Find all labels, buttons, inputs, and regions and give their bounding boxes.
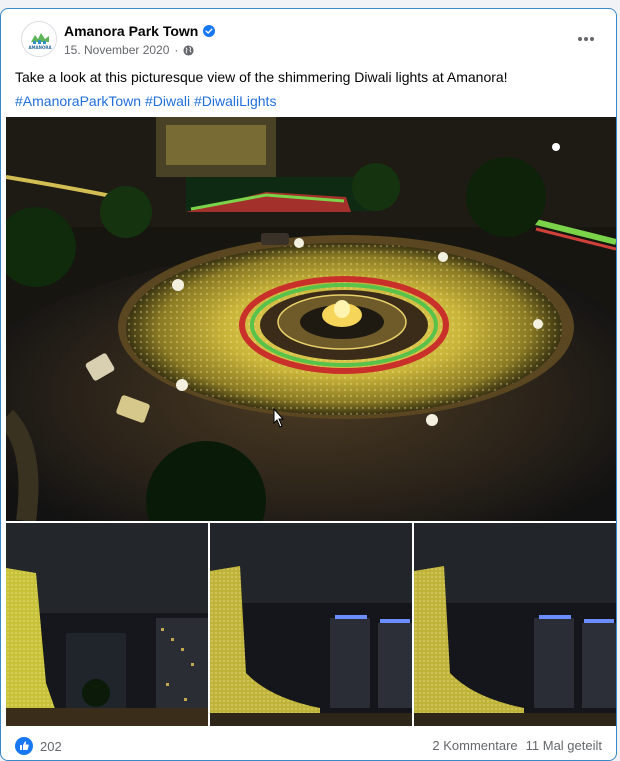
main-photo[interactable]	[6, 117, 616, 521]
page-name-link[interactable]: Amanora Park Town	[64, 23, 216, 39]
post-caption: Take a look at this picturesque view of …	[15, 69, 508, 85]
meta-separator: ·	[174, 43, 179, 57]
post-date[interactable]: 15. November 2020	[64, 43, 169, 57]
svg-text:AMANORA: AMANORA	[28, 45, 52, 50]
photo-thumbnail[interactable]	[210, 523, 412, 726]
tower-lights-image	[414, 523, 616, 726]
hashtag-link[interactable]: #Diwali	[145, 93, 190, 109]
hashtag-link[interactable]: #AmanoraParkTown	[15, 93, 141, 109]
post-hashtags: #AmanoraParkTown #Diwali #DiwaliLights	[15, 92, 602, 110]
comments-count[interactable]: 2 Kommentare	[432, 738, 517, 753]
photo-thumbnail[interactable]	[6, 523, 208, 726]
tower-lights-image	[6, 523, 208, 726]
photo-thumbnails	[6, 523, 616, 726]
shares-count[interactable]: 11 Mal geteilt	[526, 738, 602, 753]
tower-lights-image	[210, 523, 412, 726]
verified-badge-icon	[203, 25, 216, 37]
reaction-count[interactable]: 202	[40, 739, 62, 754]
roundabout-lights-image	[6, 117, 616, 521]
photo-thumbnail[interactable]	[414, 523, 616, 726]
post-footer: 202 2 Kommentare 11 Mal geteilt	[15, 737, 602, 755]
hashtag-link[interactable]: #DiwaliLights	[194, 93, 276, 109]
post-card: AMANORA Amanora Park Town 15. November 2…	[0, 8, 617, 761]
more-options-icon	[578, 37, 594, 41]
like-reaction-icon	[15, 737, 33, 755]
post-meta: 15. November 2020 ·	[64, 43, 194, 57]
reactions-summary[interactable]: 202	[15, 737, 62, 755]
amanora-logo: AMANORA	[23, 23, 56, 56]
engagement-stats: 2 Kommentare 11 Mal geteilt	[432, 738, 602, 753]
globe-icon[interactable]	[183, 44, 194, 56]
page-name[interactable]: Amanora Park Town	[64, 23, 198, 39]
page-avatar[interactable]: AMANORA	[21, 21, 57, 57]
post-header: AMANORA Amanora Park Town 15. November 2…	[15, 21, 602, 61]
more-options-button[interactable]	[574, 29, 598, 49]
